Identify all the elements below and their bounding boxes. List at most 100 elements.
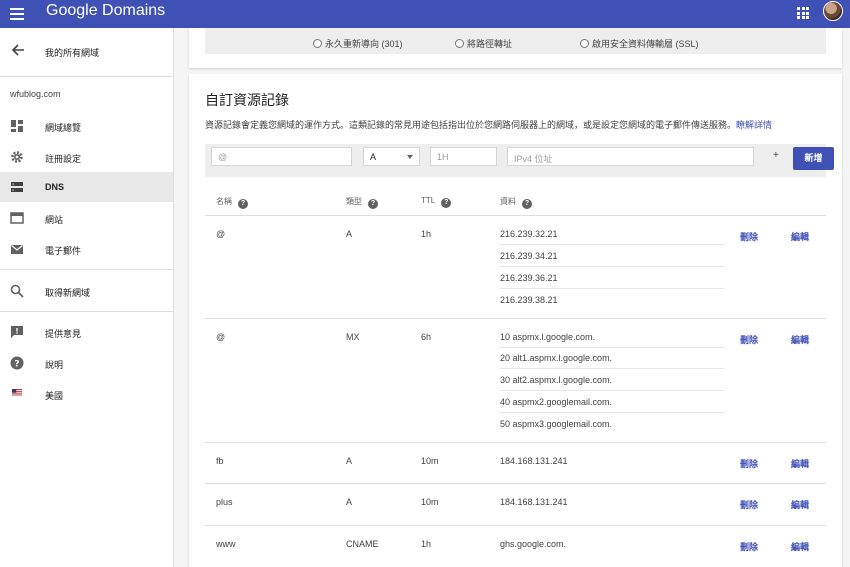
data-divider — [500, 390, 724, 391]
data-divider — [500, 412, 724, 413]
radio-label: 永久重新導向 (301) — [325, 39, 403, 49]
section-title: 自訂資源記錄 — [205, 92, 289, 108]
radio-circle — [313, 39, 322, 48]
record-type: A — [346, 456, 353, 466]
edit-button[interactable]: 編輯 — [791, 498, 809, 511]
forwarding-card: 永久重新導向 (301) 將路徑轉址 啟用安全資料傳輸層 (SSL) — [189, 28, 842, 68]
apps-grid-icon[interactable] — [797, 7, 809, 19]
help-icon[interactable]: ? — [441, 198, 452, 208]
record-ttl: 10m — [421, 497, 439, 507]
record-ttl: 6h — [421, 332, 432, 342]
sidebar-item-label: 註冊設定 — [45, 154, 82, 164]
record-name: fb — [216, 456, 224, 466]
divider — [0, 76, 173, 77]
add-record-bar: @ A 1H IPv4 位址 + 新增 — [205, 144, 834, 177]
data-divider — [500, 244, 724, 245]
sidebar-item-country[interactable]: 美國 — [0, 379, 173, 409]
current-domain: wfublog.com — [10, 89, 61, 99]
record-data: 184.168.131.241 — [500, 497, 568, 507]
record-data: 30 alt2.aspmx.l.google.com. — [500, 375, 613, 385]
sidebar-item-label: 網域總覽 — [45, 123, 82, 133]
row-divider — [205, 483, 826, 484]
us-flag-icon — [12, 389, 22, 396]
record-type: A — [346, 497, 353, 507]
search-icon — [10, 284, 24, 298]
column-label: 名稱 — [216, 197, 232, 206]
record-ttl: 10m — [421, 456, 439, 466]
account-avatar[interactable] — [823, 1, 843, 21]
help-icon: ? — [10, 356, 24, 370]
record-data: 216.239.38.21 — [500, 295, 558, 305]
row-divider — [205, 442, 826, 443]
type-select[interactable]: A — [363, 147, 420, 166]
data-input[interactable]: IPv4 位址 — [507, 147, 754, 166]
sidebar-item-overview[interactable]: 網域總覽 — [0, 111, 173, 141]
logo-google: Google — [46, 2, 98, 19]
record-ttl: 1h — [421, 539, 432, 549]
record-data: 40 aspmx2.googlemail.com. — [500, 397, 613, 407]
sidebar-item-registration[interactable]: 註冊設定 — [0, 142, 173, 172]
svg-text:?: ? — [14, 360, 19, 370]
delete-button[interactable]: 刪除 — [740, 230, 758, 243]
row-divider — [205, 215, 826, 216]
learn-more-link[interactable]: 瞭解詳情 — [736, 120, 772, 130]
delete-button[interactable]: 刪除 — [740, 498, 758, 511]
data-divider — [500, 368, 724, 369]
record-data: 10 aspmx.l.google.com. — [500, 332, 596, 342]
radio-path-forwarding[interactable]: 將路徑轉址 — [455, 37, 512, 50]
record-data: 20 alt1.aspmx.l.google.com. — [500, 353, 613, 363]
custom-records-card: 自訂資源記錄 資源記錄會定義您網域的運作方式。這類記錄的常見用途包括指出位於您網… — [189, 74, 842, 567]
help-icon[interactable]: ? — [522, 199, 532, 209]
record-data: ghs.google.com. — [500, 539, 567, 549]
help-icon[interactable]: ? — [368, 199, 378, 209]
add-data-plus-icon[interactable]: + — [773, 150, 779, 161]
sidebar-item-label: 網站 — [45, 215, 64, 225]
sidebar-item-label: 美國 — [45, 391, 64, 401]
radio-circle — [580, 39, 589, 48]
divider — [0, 311, 173, 312]
column-header-name: 名稱? — [216, 196, 248, 209]
section-description: 資源記錄會定義您網域的運作方式。這類記錄的常見用途包括指出位於您網路伺服器上的網… — [205, 118, 772, 131]
ttl-input[interactable]: 1H — [430, 147, 497, 166]
edit-button[interactable]: 編輯 — [791, 540, 809, 553]
sidebar-item-get-new-domain[interactable]: 取得新網域 — [0, 276, 173, 306]
add-record-button[interactable]: 新增 — [793, 147, 834, 170]
sidebar-item-email[interactable]: 電子郵件 — [0, 234, 173, 264]
app-logo[interactable]: Google Domains — [46, 2, 165, 20]
sidebar-item-website[interactable]: 網站 — [0, 203, 173, 233]
edit-button[interactable]: 編輯 — [791, 333, 809, 346]
sidebar-item-label: DNS — [45, 182, 65, 192]
data-divider — [500, 266, 724, 267]
dns-icon — [11, 182, 23, 192]
radio-enable-ssl[interactable]: 啟用安全資料傳輸層 (SSL) — [580, 37, 699, 50]
record-type: A — [346, 229, 353, 239]
column-label: TTL — [421, 196, 436, 205]
help-icon[interactable]: ? — [238, 199, 248, 209]
website-icon — [10, 212, 24, 224]
forwarding-options-panel: 永久重新導向 (301) 將路徑轉址 啟用安全資料傳輸層 (SSL) — [205, 28, 826, 54]
record-ttl: 1h — [421, 229, 432, 239]
sidebar-item-feedback[interactable]: 提供意見 — [0, 317, 173, 347]
sidebar-item-label: 說明 — [45, 360, 64, 370]
back-to-all-domains[interactable]: 我的所有網域 — [0, 40, 173, 66]
sidebar-item-dns[interactable]: DNS — [0, 172, 173, 202]
sidebar-item-help[interactable]: ? 說明 — [0, 348, 173, 378]
type-select-value: A — [370, 152, 377, 162]
record-type: MX — [346, 332, 360, 342]
edit-button[interactable]: 編輯 — [791, 230, 809, 243]
menu-icon[interactable] — [10, 6, 24, 20]
delete-button[interactable]: 刪除 — [740, 333, 758, 346]
record-name: @ — [216, 332, 226, 342]
column-header-type: 類型? — [346, 196, 378, 209]
record-data: 216.239.34.21 — [500, 251, 558, 261]
app-bar: Google Domains — [0, 0, 850, 28]
edit-button[interactable]: 編輯 — [791, 457, 809, 470]
name-input[interactable]: @ — [211, 147, 352, 166]
delete-button[interactable]: 刪除 — [740, 540, 758, 553]
sidebar-item-label: 電子郵件 — [45, 246, 82, 256]
sidebar-item-label: 取得新網域 — [45, 288, 91, 298]
delete-button[interactable]: 刪除 — [740, 457, 758, 470]
radio-permanent-redirect[interactable]: 永久重新導向 (301) — [313, 37, 403, 50]
record-data: 184.168.131.241 — [500, 456, 568, 466]
arrow-back-icon — [11, 44, 24, 56]
